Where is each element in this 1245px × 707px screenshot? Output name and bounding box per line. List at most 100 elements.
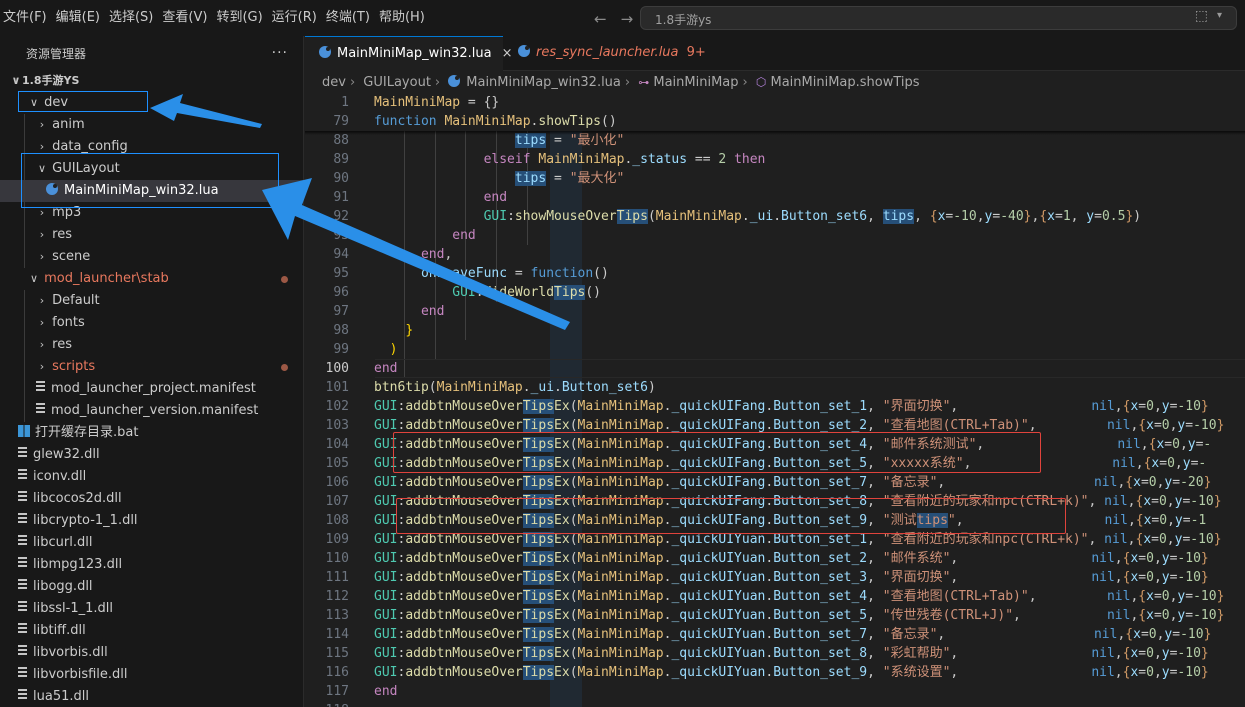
code-line[interactable]: GUI:addbtnMouseOverTipsEx(MainMiniMap._q…: [374, 568, 1209, 587]
code-line[interactable]: GUI:addbtnMouseOverTipsEx(MainMiniMap._q…: [374, 606, 1224, 625]
dll-file-icon: [18, 623, 27, 635]
code-line[interactable]: elseif MainMiniMap._status == 2 then: [374, 150, 766, 169]
line-number: 106: [325, 475, 349, 490]
menu-item[interactable]: 选择(S): [106, 0, 159, 36]
tree-item[interactable]: 打开缓存目录.bat: [0, 422, 303, 444]
code-line[interactable]: btn6tip(MainMiniMap._ui.Button_set6): [374, 378, 656, 397]
tree-item[interactable]: libcurl.dll: [0, 532, 303, 554]
tree-item[interactable]: libtiff.dll: [0, 620, 303, 642]
problem-count-badge: 9+: [686, 45, 706, 60]
lua-file-icon: [518, 45, 530, 57]
command-center-search[interactable]: 1.8手游ys ⬚ ▾: [640, 6, 1237, 30]
code-line[interactable]: end: [374, 226, 475, 245]
breadcrumb-item[interactable]: GUILayout: [363, 75, 431, 90]
code-line: function MainMiniMap.showTips(): [374, 114, 617, 129]
code-editor[interactable]: 88 tips = "最小化" 89 elseif MainMiniMap._st…: [305, 93, 1245, 707]
tree-item[interactable]: iconv.dll: [0, 466, 303, 488]
chevron-right-icon: ›: [349, 75, 356, 90]
back-arrow-icon[interactable]: ←: [594, 10, 607, 28]
line-number: 109: [325, 532, 349, 547]
tree-item[interactable]: lua51.dll: [0, 686, 303, 707]
code-line[interactable]: onLeaveFunc = function(): [374, 264, 609, 283]
dll-file-icon: [18, 667, 27, 679]
breadcrumb-item[interactable]: MainMiniMap: [653, 75, 738, 90]
code-line[interactable]: GUI:addbtnMouseOverTipsEx(MainMiniMap._q…: [374, 625, 1211, 644]
chevron-down-icon[interactable]: ▾: [1217, 10, 1222, 21]
tree-item[interactable]: › fonts: [0, 312, 303, 334]
annotation-red-box: [393, 432, 1041, 473]
code-line[interactable]: GUI:addbtnMouseOverTipsEx(MainMiniMap._q…: [374, 397, 1209, 416]
code-line[interactable]: GUI:addbtnMouseOverTipsEx(MainMiniMap._q…: [374, 644, 1209, 663]
tree-item-label: libogg.dll: [33, 579, 93, 594]
line-number: 89: [333, 152, 349, 167]
code-line[interactable]: GUI:addbtnMouseOverTipsEx(MainMiniMap._q…: [374, 549, 1209, 568]
code-line[interactable]: end: [374, 682, 397, 701]
symbol-module-icon: ⊶: [638, 76, 650, 89]
breadcrumb-item[interactable]: MainMiniMap.showTips: [771, 75, 920, 90]
code-line[interactable]: end: [374, 359, 397, 378]
tree-item-label: 打开缓存目录.bat: [35, 425, 139, 440]
tree-item-label: libssl-1_1.dll: [33, 601, 113, 616]
tree-item[interactable]: › scripts: [0, 356, 303, 378]
code-line[interactable]: }: [374, 321, 413, 340]
explorer-header: 资源管理器 ···: [0, 36, 303, 70]
tree-item[interactable]: › scene: [0, 246, 303, 268]
workspace-root[interactable]: ∨ 1.8手游YS: [0, 70, 303, 92]
code-line[interactable]: end,: [374, 245, 452, 264]
code-line[interactable]: end: [374, 188, 507, 207]
dll-file-icon: [18, 513, 27, 525]
breadcrumb-item[interactable]: MainMiniMap_win32.lua: [466, 75, 621, 90]
menu-item[interactable]: 运行(R): [269, 0, 323, 36]
code-line[interactable]: end: [374, 302, 444, 321]
tree-item[interactable]: › res: [0, 334, 303, 356]
code-line[interactable]: GUI:HideWorldTips(): [374, 283, 601, 302]
chevron-right-icon: ›: [742, 75, 748, 90]
menu-item[interactable]: 帮助(H): [376, 0, 431, 36]
tree-item[interactable]: mod_launcher_version.manifest: [0, 400, 303, 422]
tree-item[interactable]: ∨ mod_launcher\stab: [0, 268, 303, 290]
tree-item[interactable]: libvorbis.dll: [0, 642, 303, 664]
code-line[interactable]: GUI:showMouseOverTips(MainMiniMap._ui.Bu…: [374, 207, 1141, 226]
tree-item[interactable]: libcocos2d.dll: [0, 488, 303, 510]
tab-label: MainMiniMap_win32.lua: [337, 46, 492, 61]
breadcrumb-item[interactable]: dev: [322, 75, 346, 90]
chevron-down-icon: ∨: [11, 74, 21, 87]
tree-item[interactable]: libogg.dll: [0, 576, 303, 598]
more-actions-icon[interactable]: ···: [272, 45, 288, 61]
menu-item[interactable]: 终端(T): [323, 0, 376, 36]
code-line[interactable]: GUI:addbtnMouseOverTipsEx(MainMiniMap._q…: [374, 587, 1224, 606]
tree-item-label: res: [52, 227, 72, 242]
tree-item[interactable]: libmpg123.dll: [0, 554, 303, 576]
tree-item[interactable]: glew32.dll: [0, 444, 303, 466]
forward-arrow-icon[interactable]: →: [621, 10, 634, 28]
code-line[interactable]: GUI:addbtnMouseOverTipsEx(MainMiniMap._q…: [374, 663, 1209, 682]
menu-item[interactable]: 编辑(E): [53, 0, 106, 36]
tree-item-label: libcurl.dll: [33, 535, 93, 550]
menu-item[interactable]: 查看(V): [159, 0, 213, 36]
tree-item-label: fonts: [52, 315, 85, 330]
menu-item[interactable]: 转到(G): [213, 0, 268, 36]
line-number: 99: [333, 342, 349, 357]
line-number: 97: [333, 304, 349, 319]
tab-mainminimap[interactable]: MainMiniMap_win32.lua ×: [305, 36, 513, 71]
copilot-icon[interactable]: ⬚: [1195, 8, 1208, 24]
line-number: 79: [333, 114, 349, 129]
current-line-highlight: [375, 359, 1245, 378]
tab-res-sync-launcher[interactable]: res_sync_launcher.lua 9+: [504, 36, 706, 71]
windows-bat-icon: [18, 425, 30, 437]
tree-item[interactable]: libvorbisfile.dll: [0, 664, 303, 686]
tree-item[interactable]: libcrypto-1_1.dll: [0, 510, 303, 532]
code-line[interactable]: GUI:addbtnMouseOverTipsEx(MainMiniMap._q…: [374, 473, 1211, 492]
code-line[interactable]: tips = "最大化": [374, 169, 624, 188]
line-number: 104: [325, 437, 349, 452]
code-line[interactable]: ): [374, 340, 398, 359]
tree-item[interactable]: libssl-1_1.dll: [0, 598, 303, 620]
line-number: 91: [333, 190, 349, 205]
menu-item[interactable]: 文件(F): [0, 0, 53, 36]
tree-item[interactable]: › Default: [0, 290, 303, 312]
tree-item[interactable]: mod_launcher_project.manifest: [0, 378, 303, 400]
tree-item[interactable]: › anim: [0, 114, 303, 136]
annotation-blue-box: [21, 153, 279, 208]
dll-file-icon: [18, 601, 27, 613]
tree-item[interactable]: › res: [0, 224, 303, 246]
